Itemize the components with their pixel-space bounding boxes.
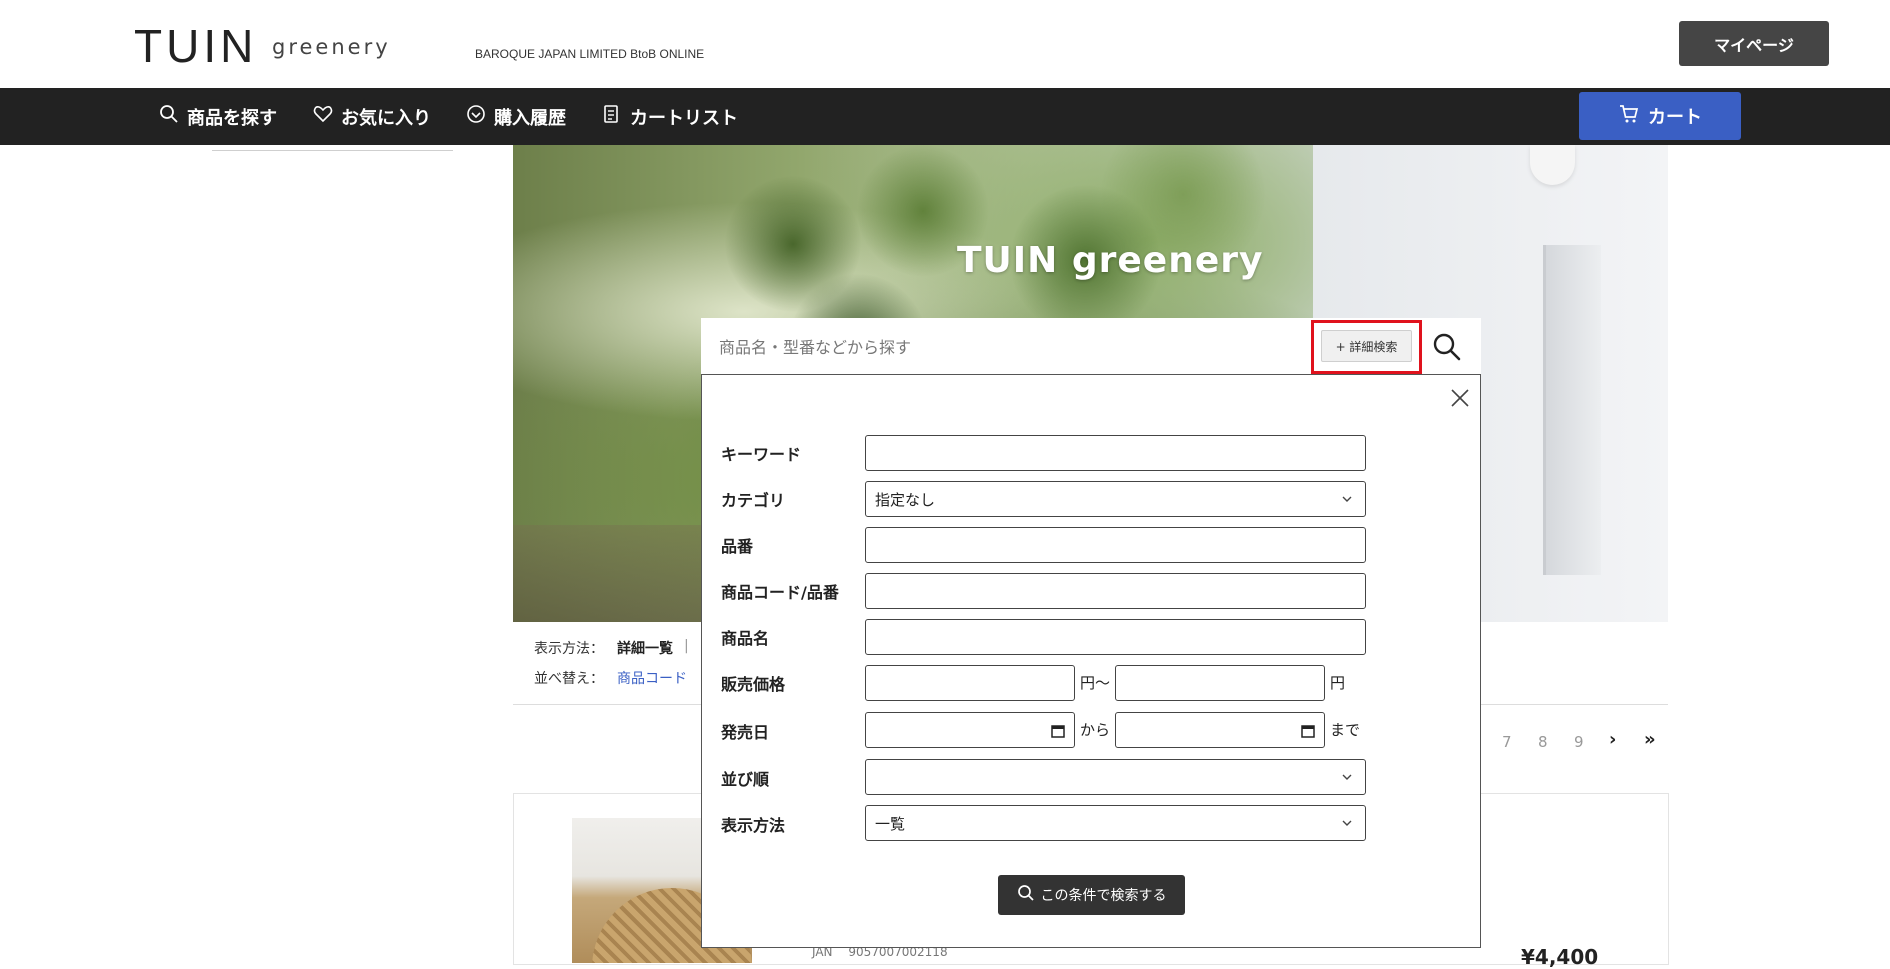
price-from-unit: 円〜 — [1080, 674, 1111, 692]
history-icon — [466, 104, 486, 129]
sort-order-label: 並び順 — [721, 770, 770, 789]
nav-item-search[interactable]: 商品を探す — [159, 88, 277, 145]
display-method-separator: | — [684, 638, 689, 654]
release-date-to-input[interactable] — [1115, 712, 1325, 748]
close-icon[interactable] — [1449, 387, 1471, 409]
keyword-label: キーワード — [721, 445, 802, 464]
category-label: カテゴリ — [721, 491, 786, 510]
heart-icon — [313, 104, 333, 129]
price-to-unit: 円 — [1330, 674, 1346, 692]
nav-item-label: カートリスト — [630, 107, 738, 129]
search-icon — [159, 104, 179, 129]
advanced-search-submit-button[interactable]: この条件で検索する — [998, 875, 1185, 915]
nav-item-label: お気に入り — [341, 107, 431, 129]
category-select[interactable]: 指定なし — [865, 481, 1366, 517]
display-method-label: 表示方法： — [534, 641, 604, 657]
chevron-down-icon — [1342, 774, 1352, 780]
keyword-input[interactable] — [865, 435, 1366, 471]
hero-title: TUIN greenery — [957, 240, 1264, 281]
nav-item-history[interactable]: 購入履歴 — [466, 88, 566, 145]
nav-item-label: 購入履歴 — [494, 107, 566, 129]
next-page-icon[interactable]: › — [1609, 729, 1616, 750]
release-date-to-unit: まで — [1330, 721, 1361, 739]
cart-label: カート — [1648, 107, 1702, 128]
display-method-value: 一覧 — [875, 814, 906, 833]
price-label: 販売価格 — [721, 675, 786, 694]
sidebar-divider — [212, 150, 453, 151]
item-no-input[interactable] — [865, 527, 1366, 563]
product-code-input[interactable] — [865, 573, 1366, 609]
release-date-from-input[interactable] — [865, 712, 1075, 748]
display-method-select[interactable]: 一覧 — [865, 805, 1366, 841]
sort-label: 並べ替え： — [534, 671, 604, 687]
page-link[interactable]: 7 — [1502, 733, 1512, 751]
product-name-label: 商品名 — [721, 629, 770, 648]
calendar-icon[interactable] — [1051, 724, 1065, 738]
sort-order-select[interactable] — [865, 759, 1366, 795]
page-link[interactable]: 9 — [1574, 733, 1584, 751]
search-icon — [1017, 884, 1035, 906]
logo-main[interactable]: TUIN — [134, 22, 257, 70]
advanced-search-button[interactable]: + 詳細検索 — [1321, 330, 1412, 362]
cart-icon — [1618, 103, 1640, 130]
cart-button[interactable]: カート — [1579, 92, 1741, 140]
item-no-label: 品番 — [721, 537, 754, 556]
nav-item-label: 商品を探す — [187, 107, 277, 129]
nav-item-favorites[interactable]: お気に入り — [313, 88, 431, 145]
category-select-value: 指定なし — [875, 490, 936, 509]
submit-label: この条件で検索する — [1040, 888, 1167, 904]
mypage-button[interactable]: マイページ — [1679, 21, 1829, 66]
nav-item-cartlist[interactable]: カートリスト — [602, 88, 738, 145]
page-link[interactable]: 8 — [1538, 733, 1548, 751]
product-price: ¥4,400 — [1521, 945, 1599, 969]
display-method-field-label: 表示方法 — [721, 816, 786, 835]
price-to-input[interactable] — [1115, 665, 1325, 701]
calendar-icon[interactable] — [1301, 724, 1315, 738]
release-date-label: 発売日 — [721, 723, 770, 742]
sort-option-product-code[interactable]: 商品コード — [617, 668, 687, 688]
product-name-input[interactable] — [865, 619, 1366, 655]
list-icon — [602, 104, 622, 129]
chevron-down-icon — [1342, 820, 1352, 826]
display-method-detail[interactable]: 詳細一覧 — [617, 638, 673, 658]
product-code-label: 商品コード/品番 — [721, 583, 839, 602]
site-tagline: BAROQUE JAPAN LIMITED BtoB ONLINE — [475, 47, 705, 61]
search-submit-icon[interactable] — [1430, 330, 1464, 364]
chevron-down-icon — [1342, 496, 1352, 502]
search-input[interactable] — [717, 330, 1301, 364]
release-date-from-unit: から — [1080, 721, 1111, 739]
logo-sub[interactable]: greenery — [272, 34, 391, 60]
last-page-icon[interactable]: » — [1644, 729, 1656, 750]
price-from-input[interactable] — [865, 665, 1075, 701]
